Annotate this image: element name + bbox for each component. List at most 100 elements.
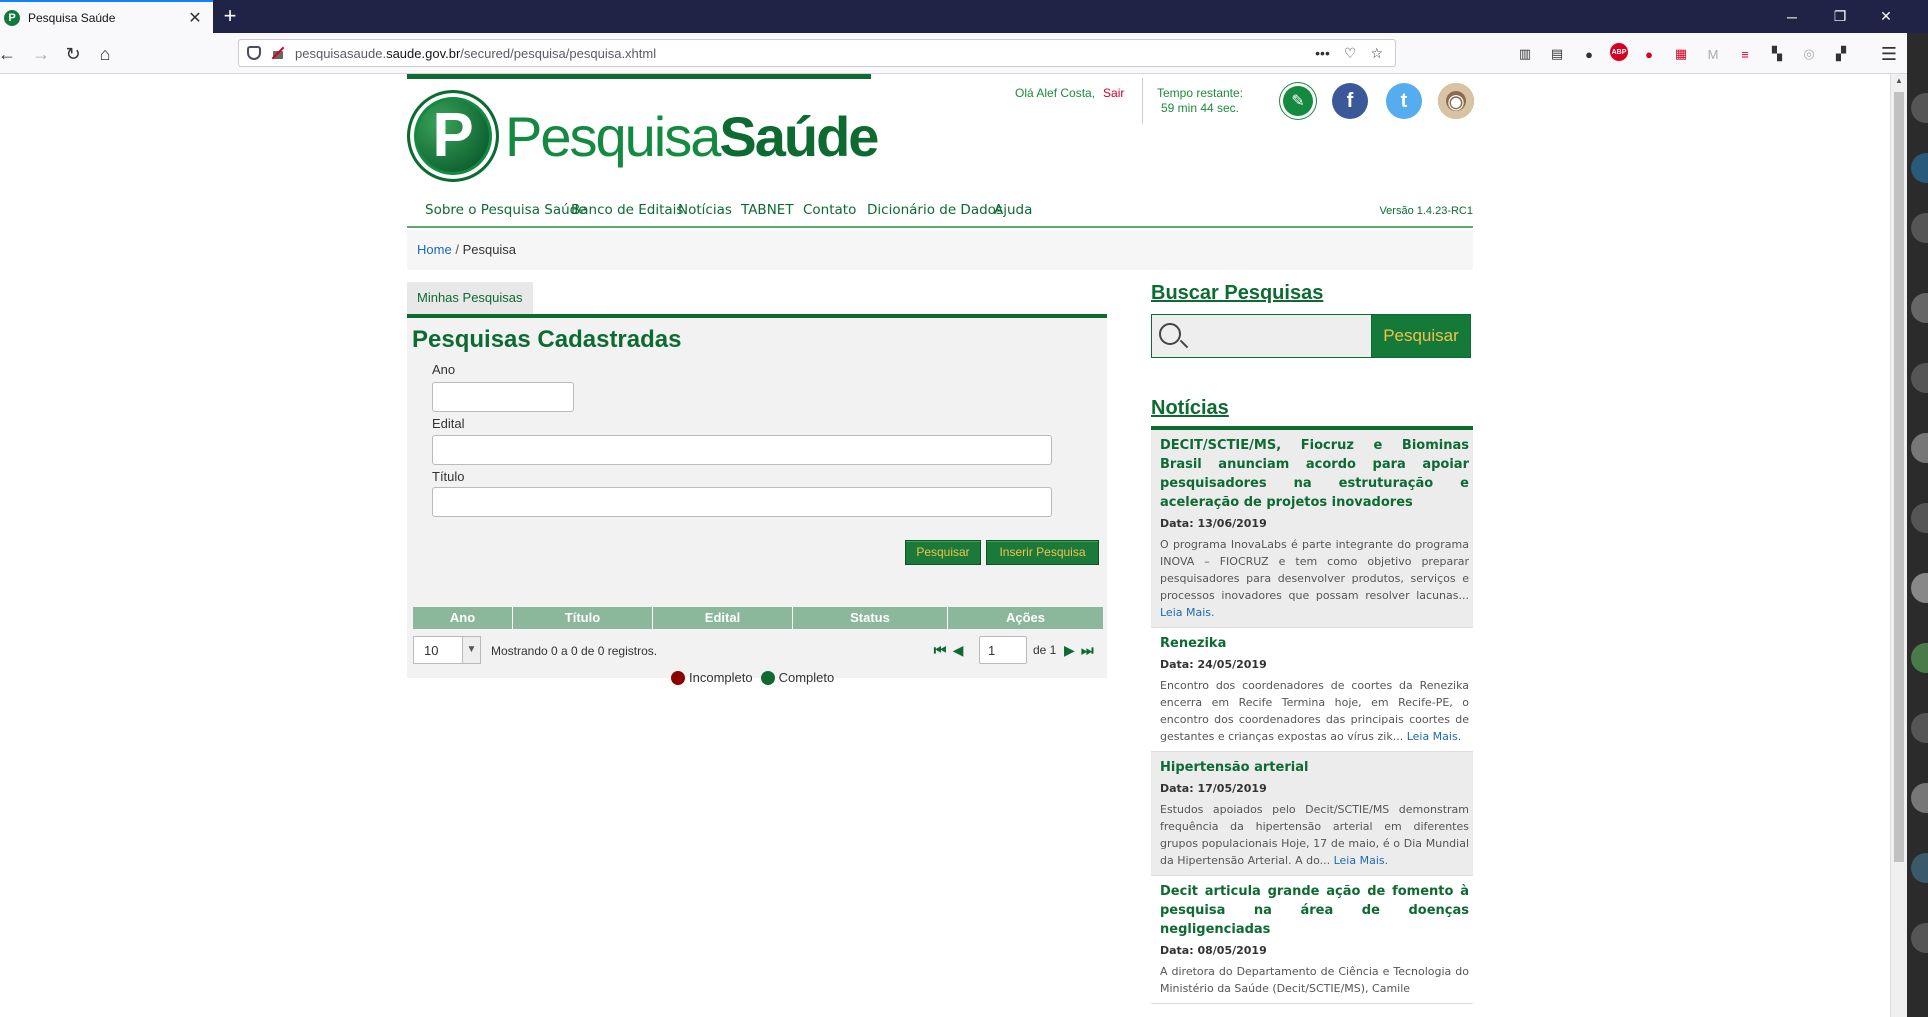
browser-tab[interactable]: P Pesquisa Saúde ✕	[0, 0, 213, 33]
library-icon[interactable]: ▥	[1514, 43, 1536, 65]
logout-link[interactable]: Sair	[1103, 86, 1124, 100]
page-actions-icon[interactable]: •••	[1315, 45, 1330, 62]
paginator: ⏮ ◀ 1 de 1 ▶ ⏭	[931, 636, 1096, 664]
page-size-select[interactable]: 10 ▼	[413, 636, 481, 664]
insert-research-button[interactable]: Inserir Pesquisa	[986, 540, 1099, 565]
news-summary: Encontro dos coordenadores de coortes da…	[1160, 679, 1469, 743]
scrollbar-thumb[interactable]	[1894, 92, 1904, 862]
sidebar-icon[interactable]: ▤	[1546, 43, 1568, 65]
twitter-icon[interactable]: t	[1386, 83, 1422, 119]
nav-item-tabnet[interactable]: TABNET	[741, 202, 794, 218]
tracking-shield-icon[interactable]	[247, 46, 261, 60]
sidebar-search: Pesquisar	[1151, 314, 1471, 358]
news-title[interactable]: Hipertensão arterial	[1160, 758, 1469, 777]
col-acoes[interactable]: Ações	[948, 607, 1103, 629]
page-scrollbar[interactable]: ▲	[1890, 74, 1907, 1017]
menu-icon[interactable]: ☰	[1878, 43, 1900, 65]
search-button[interactable]: Pesquisar	[905, 540, 981, 565]
news-title[interactable]: DECIT/SCTIE/MS, Fiocruz e Biominas Brasi…	[1160, 436, 1469, 512]
extension-grid-icon[interactable]: ▦	[1670, 43, 1692, 65]
minimize-icon[interactable]: ─	[1770, 0, 1814, 33]
next-page-icon[interactable]: ▶	[1060, 642, 1078, 659]
tab-minhas-pesquisas[interactable]: Minhas Pesquisas	[407, 282, 533, 314]
home-icon[interactable]: ⌂	[92, 41, 118, 67]
first-page-icon[interactable]: ⏮	[931, 642, 949, 659]
extension-blocks-icon[interactable]: ▚	[1766, 43, 1788, 65]
search-icon	[1159, 323, 1181, 345]
last-page-icon[interactable]: ⏭	[1078, 642, 1096, 659]
news-title[interactable]: Renezika	[1160, 634, 1469, 653]
nav-item-contato[interactable]: Contato	[803, 202, 856, 218]
main-navigation: Sobre o Pesquisa Saúde Banco de Editais …	[407, 196, 1473, 228]
favicon-icon: P	[4, 9, 20, 26]
news-list: DECIT/SCTIE/MS, Fiocruz e Biominas Brasi…	[1151, 430, 1473, 1004]
extension-tomato-icon[interactable]: ●	[1638, 43, 1660, 65]
news-date: Data: 13/06/2019	[1160, 517, 1267, 530]
ano-input[interactable]	[432, 382, 574, 412]
reload-icon[interactable]: ↻	[60, 41, 86, 67]
nav-item-ajuda[interactable]: Ajuda	[994, 202, 1032, 218]
page-title: Pesquisas Cadastradas	[412, 326, 682, 353]
site-logo[interactable]: P PesquisaSaúde	[407, 90, 879, 182]
news-summary: O programa InovaLabs é parte integrante …	[1160, 538, 1469, 619]
nav-item-banco-editais[interactable]: Banco de Editais	[571, 202, 683, 218]
news-title[interactable]: Decit articula grande ação de fomento à …	[1160, 882, 1469, 939]
bookmark-star-icon[interactable]: ☆	[1370, 45, 1383, 62]
table-header: Ano Título Edital Status Ações	[413, 607, 1103, 629]
col-ano[interactable]: Ano	[413, 607, 513, 629]
facebook-icon[interactable]: f	[1332, 83, 1368, 119]
header-divider	[1142, 78, 1143, 124]
col-status[interactable]: Status	[793, 607, 948, 629]
extension-m-icon[interactable]: M	[1702, 43, 1724, 65]
sidebar-search-input[interactable]	[1152, 315, 1372, 357]
tab-close-icon[interactable]: ✕	[187, 8, 203, 28]
page-number-input[interactable]: 1	[979, 636, 1027, 664]
status-legend: Incompleto Completo	[671, 670, 834, 685]
restore-icon[interactable]: ❐	[1818, 0, 1862, 33]
address-bar[interactable]: pesquisasaude.saude.gov.br/secured/pesqu…	[238, 39, 1396, 67]
edital-input[interactable]	[432, 435, 1052, 465]
titulo-input[interactable]	[432, 487, 1052, 517]
search-section-title: Buscar Pesquisas	[1151, 282, 1324, 304]
right-sidebar: Buscar Pesquisas Pesquisar Notícias DECI…	[1151, 282, 1473, 1004]
logo-wordmark: PesquisaSaúde	[505, 104, 879, 168]
url-text: pesquisasaude.saude.gov.br/secured/pesqu…	[295, 45, 657, 61]
user-greeting: Olá Alef Costa, Sair	[1015, 86, 1125, 100]
news-date: Data: 24/05/2019	[1160, 658, 1267, 671]
extension-circle-icon[interactable]: ◎	[1798, 43, 1820, 65]
news-section-title[interactable]: Notícias	[1151, 397, 1229, 420]
read-more-link[interactable]: Leia Mais.	[1160, 606, 1215, 619]
forward-icon[interactable]: →	[28, 41, 54, 67]
adblock-icon[interactable]: ABP	[1610, 43, 1628, 61]
pocket-icon[interactable]: ♡	[1344, 45, 1357, 62]
nav-item-noticias[interactable]: Notícias	[678, 202, 732, 218]
back-icon[interactable]: ←	[0, 41, 20, 67]
insecure-lock-icon[interactable]	[271, 46, 285, 60]
extension-puzzle-icon[interactable]: ▞	[1830, 43, 1852, 65]
account-icon[interactable]: ●	[1578, 43, 1600, 65]
read-more-link[interactable]: Leia Mais.	[1334, 854, 1389, 867]
window-close-icon[interactable]: ✕	[1864, 0, 1908, 33]
prev-page-icon[interactable]: ◀	[949, 642, 967, 659]
page-total: de 1	[1033, 643, 1057, 657]
news-item: Renezika Data: 24/05/2019 Encontro dos c…	[1151, 628, 1473, 752]
desktop-side-strip	[1907, 33, 1928, 1017]
scroll-up-icon[interactable]: ▲	[1894, 76, 1904, 86]
news-summary: Estudos apoiados pelo Decit/SCTIE/MS dem…	[1160, 803, 1469, 867]
header-top-bar	[407, 74, 871, 79]
tab-title: Pesquisa Saúde	[28, 10, 116, 25]
edit-icon[interactable]: ✎	[1280, 83, 1316, 119]
extension-stack-icon[interactable]: ≡	[1734, 43, 1756, 65]
breadcrumb-home[interactable]: Home	[417, 242, 452, 257]
browser-toolbar: ← → ↻ ⌂ pesquisasaude.saude.gov.br/secur…	[0, 33, 1928, 74]
nav-item-dicionario[interactable]: Dicionário de Dados	[867, 202, 1003, 218]
new-tab-icon[interactable]: +	[218, 4, 242, 28]
read-more-link[interactable]: Leia Mais.	[1407, 730, 1462, 743]
records-info: Mostrando 0 a 0 de 0 registros.	[491, 644, 658, 658]
instagram-icon[interactable]: ◉	[1438, 83, 1474, 119]
sidebar-search-button[interactable]: Pesquisar	[1372, 315, 1470, 357]
ano-label: Ano	[432, 362, 456, 377]
col-edital[interactable]: Edital	[653, 607, 793, 629]
col-titulo[interactable]: Título	[513, 607, 653, 629]
nav-item-sobre[interactable]: Sobre o Pesquisa Saúde	[425, 202, 587, 218]
